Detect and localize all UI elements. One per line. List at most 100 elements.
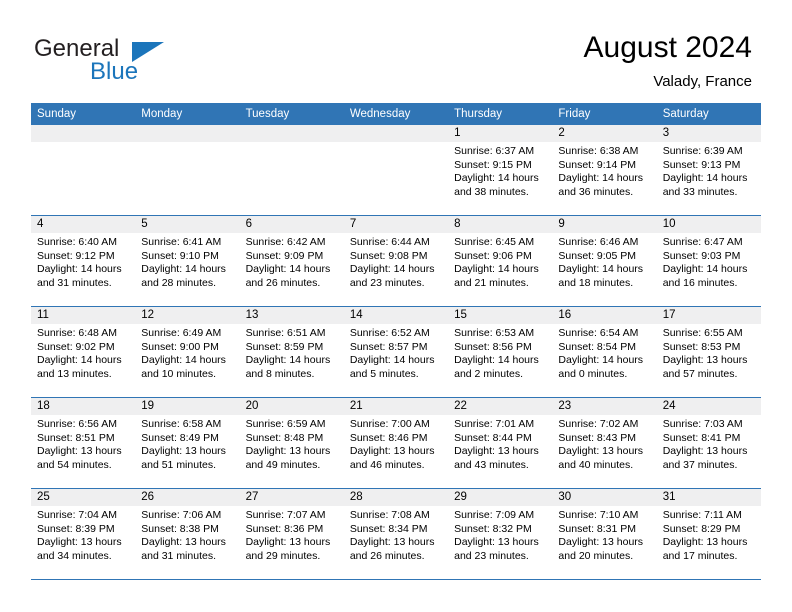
day-number: 23 xyxy=(552,398,657,415)
daylight-text: Daylight: 14 hours and 2 minutes. xyxy=(454,354,539,380)
calendar-day-cell[interactable]: 3 Sunrise: 6:39 AM Sunset: 9:13 PM Daylight… xyxy=(656,125,761,215)
calendar-day-cell-empty xyxy=(31,125,136,215)
day-number: 25 xyxy=(31,489,136,506)
calendar-day-cell[interactable]: 23 Sunrise: 7:02 AM Sunset: 8:43 PM Dayligh… xyxy=(552,398,657,488)
sunset-text: Sunset: 8:48 PM xyxy=(245,431,324,444)
calendar-week-row: 1 Sunrise: 6:37 AM Sunset: 9:15 PM Daylight… xyxy=(31,125,761,216)
day-number: 28 xyxy=(343,489,449,506)
day-number: 22 xyxy=(448,398,553,415)
calendar-day-cell[interactable]: 28 Sunrise: 7:08 AM Sunset: 8:34 PM Dayligh… xyxy=(343,489,449,579)
daylight-text: Daylight: 14 hours and 21 minutes. xyxy=(454,263,539,289)
daylight-text: Daylight: 14 hours and 13 minutes. xyxy=(37,354,122,380)
day-number xyxy=(31,125,136,142)
daylight-text: Daylight: 13 hours and 34 minutes. xyxy=(37,536,122,562)
sunset-text: Sunset: 8:57 PM xyxy=(349,340,428,353)
calendar-day-cell[interactable]: 10 Sunrise: 6:47 AM Sunset: 9:03 PM Dayligh… xyxy=(656,216,761,306)
calendar-day-cell[interactable]: 7 Sunrise: 6:44 AM Sunset: 9:08 PM Daylight… xyxy=(343,216,449,306)
calendar-day-cell[interactable]: 16 Sunrise: 6:54 AM Sunset: 8:54 PM Dayligh… xyxy=(552,307,657,397)
calendar-day-cell[interactable]: 2 Sunrise: 6:38 AM Sunset: 9:14 PM Daylight… xyxy=(552,125,657,215)
brand-logo[interactable]: General Blue xyxy=(34,36,234,92)
sunset-text: Sunset: 8:59 PM xyxy=(245,340,324,353)
day-details: Sunrise: 7:00 AM Sunset: 8:46 PM Daylight:… xyxy=(344,415,448,472)
day-details: Sunrise: 6:41 AM Sunset: 9:10 PM Daylight:… xyxy=(135,233,239,290)
calendar-day-cell[interactable]: 14 Sunrise: 6:52 AM Sunset: 8:57 PM Dayligh… xyxy=(343,307,449,397)
daylight-text: Daylight: 13 hours and 26 minutes. xyxy=(349,536,435,562)
sunset-text: Sunset: 8:38 PM xyxy=(141,522,219,535)
day-number: 5 xyxy=(135,216,240,233)
sunrise-text: Sunrise: 6:49 AM xyxy=(141,327,222,339)
sunrise-text: Sunrise: 7:07 AM xyxy=(245,509,326,521)
calendar-day-cell[interactable]: 9 Sunrise: 6:46 AM Sunset: 9:05 PM Daylight… xyxy=(552,216,657,306)
day-number: 8 xyxy=(448,216,553,233)
calendar-day-cell[interactable]: 20 Sunrise: 6:59 AM Sunset: 8:48 PM Dayligh… xyxy=(239,398,344,488)
day-number xyxy=(135,125,240,142)
sunrise-text: Sunrise: 7:02 AM xyxy=(558,418,639,430)
daylight-text: Daylight: 13 hours and 57 minutes. xyxy=(662,354,748,380)
sunset-text: Sunset: 9:03 PM xyxy=(662,249,741,262)
sunset-text: Sunset: 9:05 PM xyxy=(558,249,637,262)
day-number: 21 xyxy=(343,398,449,415)
calendar-day-cell[interactable]: 13 Sunrise: 6:51 AM Sunset: 8:59 PM Dayligh… xyxy=(239,307,344,397)
sunset-text: Sunset: 9:09 PM xyxy=(245,249,324,262)
calendar-day-cell[interactable]: 30 Sunrise: 7:10 AM Sunset: 8:31 PM Dayligh… xyxy=(552,489,657,579)
calendar-day-cell[interactable]: 25 Sunrise: 7:04 AM Sunset: 8:39 PM Dayligh… xyxy=(31,489,136,579)
calendar-day-cell[interactable]: 27 Sunrise: 7:07 AM Sunset: 8:36 PM Dayligh… xyxy=(239,489,344,579)
day-details: Sunrise: 7:10 AM Sunset: 8:31 PM Daylight:… xyxy=(552,506,656,563)
day-number: 4 xyxy=(31,216,136,233)
daylight-text: Daylight: 14 hours and 5 minutes. xyxy=(349,354,435,380)
calendar-day-cell[interactable]: 12 Sunrise: 6:49 AM Sunset: 9:00 PM Dayligh… xyxy=(135,307,240,397)
day-details: Sunrise: 6:49 AM Sunset: 9:00 PM Daylight:… xyxy=(135,324,239,381)
calendar-day-cell[interactable]: 17 Sunrise: 6:55 AM Sunset: 8:53 PM Dayligh… xyxy=(656,307,761,397)
sunrise-text: Sunrise: 7:00 AM xyxy=(349,418,430,430)
sunset-text: Sunset: 8:31 PM xyxy=(558,522,637,535)
daylight-text: Daylight: 14 hours and 28 minutes. xyxy=(141,263,226,289)
calendar-day-cell[interactable]: 22 Sunrise: 7:01 AM Sunset: 8:44 PM Dayligh… xyxy=(448,398,553,488)
day-number: 31 xyxy=(656,489,761,506)
weekday-thursday: Thursday xyxy=(454,108,503,120)
day-details: Sunrise: 6:59 AM Sunset: 8:48 PM Daylight:… xyxy=(240,415,344,472)
day-number: 29 xyxy=(448,489,553,506)
day-details: Sunrise: 7:04 AM Sunset: 8:39 PM Daylight:… xyxy=(31,506,135,563)
calendar-day-cell[interactable]: 18 Sunrise: 6:56 AM Sunset: 8:51 PM Dayligh… xyxy=(31,398,136,488)
daylight-text: Daylight: 14 hours and 33 minutes. xyxy=(662,172,748,198)
calendar-day-cell[interactable]: 8 Sunrise: 6:45 AM Sunset: 9:06 PM Daylight… xyxy=(448,216,553,306)
sunset-text: Sunset: 8:46 PM xyxy=(349,431,428,444)
calendar-day-cell[interactable]: 26 Sunrise: 7:06 AM Sunset: 8:38 PM Dayligh… xyxy=(135,489,240,579)
calendar-week-row: 25 Sunrise: 7:04 AM Sunset: 8:39 PM Dayligh… xyxy=(31,489,761,580)
sunrise-text: Sunrise: 7:01 AM xyxy=(454,418,535,430)
daylight-text: Daylight: 13 hours and 43 minutes. xyxy=(454,445,539,471)
weekday-friday: Friday xyxy=(558,108,591,120)
daylight-text: Daylight: 13 hours and 29 minutes. xyxy=(245,536,331,562)
daylight-text: Daylight: 14 hours and 10 minutes. xyxy=(141,354,226,380)
sunrise-text: Sunrise: 7:03 AM xyxy=(662,418,743,430)
day-number: 2 xyxy=(552,125,657,142)
calendar-day-cell[interactable]: 1 Sunrise: 6:37 AM Sunset: 9:15 PM Daylight… xyxy=(448,125,553,215)
sunset-text: Sunset: 9:14 PM xyxy=(558,158,637,171)
day-details: Sunrise: 6:42 AM Sunset: 9:09 PM Daylight:… xyxy=(240,233,344,290)
day-details: Sunrise: 7:09 AM Sunset: 8:32 PM Daylight:… xyxy=(448,506,552,563)
brand-name-bottom: Blue xyxy=(90,58,139,85)
daylight-text: Daylight: 13 hours and 54 minutes. xyxy=(37,445,122,471)
calendar-day-cell[interactable]: 24 Sunrise: 7:03 AM Sunset: 8:41 PM Dayligh… xyxy=(656,398,761,488)
calendar-day-cell[interactable]: 11 Sunrise: 6:48 AM Sunset: 9:02 PM Dayligh… xyxy=(31,307,136,397)
sunset-text: Sunset: 9:06 PM xyxy=(454,249,532,262)
daylight-text: Daylight: 13 hours and 46 minutes. xyxy=(349,445,435,471)
page-header: General Blue August 2024 Valady, France xyxy=(0,0,792,103)
calendar-day-cell[interactable]: 6 Sunrise: 6:42 AM Sunset: 9:09 PM Daylight… xyxy=(239,216,344,306)
day-number: 6 xyxy=(239,216,344,233)
sunrise-text: Sunrise: 6:46 AM xyxy=(558,236,639,248)
calendar-grid: Sunday Monday Tuesday Wednesday Thursday… xyxy=(31,103,761,580)
day-number: 24 xyxy=(656,398,761,415)
calendar-day-cell[interactable]: 5 Sunrise: 6:41 AM Sunset: 9:10 PM Daylight… xyxy=(135,216,240,306)
calendar-day-cell[interactable]: 15 Sunrise: 6:53 AM Sunset: 8:56 PM Dayligh… xyxy=(448,307,553,397)
calendar-day-cell[interactable]: 31 Sunrise: 7:11 AM Sunset: 8:29 PM Dayligh… xyxy=(656,489,761,579)
day-number xyxy=(343,125,449,142)
calendar-day-cell[interactable]: 19 Sunrise: 6:58 AM Sunset: 8:49 PM Dayligh… xyxy=(135,398,240,488)
day-details: Sunrise: 6:53 AM Sunset: 8:56 PM Daylight:… xyxy=(448,324,552,381)
calendar-day-cell[interactable]: 29 Sunrise: 7:09 AM Sunset: 8:32 PM Dayligh… xyxy=(448,489,553,579)
calendar-day-cell[interactable]: 21 Sunrise: 7:00 AM Sunset: 8:46 PM Dayligh… xyxy=(343,398,449,488)
day-details: Sunrise: 6:38 AM Sunset: 9:14 PM Daylight:… xyxy=(552,142,656,199)
day-number: 7 xyxy=(343,216,449,233)
calendar-day-cell[interactable]: 4 Sunrise: 6:40 AM Sunset: 9:12 PM Daylight… xyxy=(31,216,136,306)
day-number: 30 xyxy=(552,489,657,506)
